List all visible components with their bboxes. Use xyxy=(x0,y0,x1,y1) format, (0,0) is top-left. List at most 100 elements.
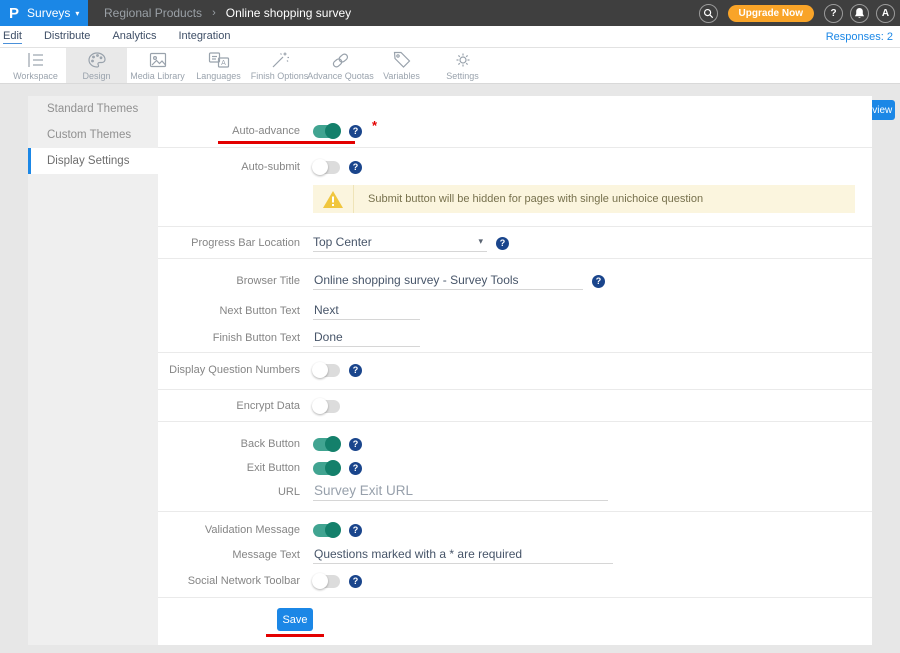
exit-button-label: Exit Button xyxy=(158,462,300,474)
validation-message-row: Validation Message ? xyxy=(158,520,362,540)
questionpro-app: P Surveys ▾ Regional Products › Online s… xyxy=(0,0,900,653)
divider xyxy=(158,352,872,353)
warning-triangle-icon xyxy=(322,190,344,209)
annotation-underline-auto-advance xyxy=(218,141,355,144)
auto-advance-label: Auto-advance xyxy=(158,125,300,137)
svg-text:A: A xyxy=(221,60,226,67)
exit-button-toggle[interactable] xyxy=(313,462,340,475)
help-icon[interactable]: ? xyxy=(349,438,362,451)
help-icon[interactable]: ? xyxy=(349,575,362,588)
toolbar-item-design[interactable]: Design xyxy=(66,48,127,83)
divider xyxy=(158,147,872,148)
back-button-toggle[interactable] xyxy=(313,438,340,451)
social-network-toolbar-row: Social Network Toolbar ? xyxy=(158,571,362,591)
divider xyxy=(158,597,872,598)
help-icon[interactable]: ? xyxy=(592,275,605,288)
gear-icon xyxy=(453,51,473,69)
next-button-text-input[interactable] xyxy=(313,302,420,320)
help-icon[interactable]: ? xyxy=(349,524,362,537)
sidebar-item-standard-themes[interactable]: Standard Themes xyxy=(28,96,158,122)
display-question-numbers-toggle[interactable] xyxy=(313,364,340,377)
finish-button-text-input[interactable] xyxy=(313,329,420,347)
nav-tab-integration[interactable]: Integration xyxy=(178,30,230,43)
help-icon[interactable]: ? xyxy=(349,125,362,138)
warning-text: Submit button will be hidden for pages w… xyxy=(354,193,703,205)
message-text-row: Message Text xyxy=(158,545,613,565)
divider xyxy=(158,258,872,259)
annotation-underline-save xyxy=(266,634,324,637)
search-button[interactable] xyxy=(699,4,718,23)
responses-count-link[interactable]: Responses: 2 xyxy=(826,31,893,43)
auto-advance-row: Auto-advance ? xyxy=(158,121,362,141)
breadcrumb-parent[interactable]: Regional Products xyxy=(104,6,202,20)
auto-submit-toggle[interactable] xyxy=(313,161,340,174)
help-button[interactable]: ? xyxy=(824,4,843,23)
divider xyxy=(158,421,872,422)
surveys-menu[interactable]: P Surveys ▾ xyxy=(0,0,88,26)
progress-bar-value: Top Center xyxy=(313,235,372,249)
save-button[interactable]: Save xyxy=(277,608,313,631)
toolbar-item-variables[interactable]: Variables xyxy=(371,48,432,83)
toolbar-item-workspace[interactable]: Workspace xyxy=(5,48,66,83)
nav-tab-edit[interactable]: Edit xyxy=(3,30,22,44)
chevron-down-icon: ▾ xyxy=(478,236,483,247)
avatar[interactable]: A xyxy=(876,4,895,23)
progress-bar-select[interactable]: Top Center ▾ xyxy=(313,234,487,252)
chevron-down-icon: ▾ xyxy=(75,9,79,18)
nav-tab-analytics[interactable]: Analytics xyxy=(112,30,156,43)
divider xyxy=(158,511,872,512)
social-network-toolbar-toggle[interactable] xyxy=(313,575,340,588)
product-name: Surveys xyxy=(27,6,70,20)
validation-message-toggle[interactable] xyxy=(313,524,340,537)
toolbar-item-advance-quotas[interactable]: Advance Quotas xyxy=(310,48,371,83)
browser-title-input[interactable] xyxy=(313,272,583,290)
toolbar-item-media-library[interactable]: Media Library xyxy=(127,48,188,83)
breadcrumb-separator-icon: › xyxy=(212,7,216,19)
magic-wand-icon xyxy=(270,51,290,69)
palette-icon xyxy=(87,51,107,69)
social-network-toolbar-label: Social Network Toolbar xyxy=(158,575,300,587)
nav-tab-distribute[interactable]: Distribute xyxy=(44,30,90,43)
help-icon[interactable]: ? xyxy=(349,161,362,174)
display-question-numbers-label: Display Question Numbers xyxy=(158,364,300,376)
exit-url-label: URL xyxy=(158,486,300,498)
exit-button-row: Exit Button ? xyxy=(158,458,362,478)
help-icon[interactable]: ? xyxy=(349,462,362,475)
help-icon[interactable]: ? xyxy=(496,237,509,250)
toolbar-item-settings[interactable]: Settings xyxy=(432,48,493,83)
image-icon xyxy=(148,51,168,69)
divider xyxy=(158,389,872,390)
exit-url-input[interactable] xyxy=(313,483,608,501)
chain-links-icon xyxy=(331,51,351,69)
bell-icon xyxy=(854,7,865,19)
search-icon xyxy=(703,8,714,19)
toolbar-item-finish-options[interactable]: Finish Options xyxy=(249,48,310,83)
encrypt-data-row: Encrypt Data xyxy=(158,396,340,416)
help-icon[interactable]: ? xyxy=(349,364,362,377)
tag-icon xyxy=(392,51,412,69)
encrypt-data-toggle[interactable] xyxy=(313,400,340,413)
auto-submit-warning: Submit button will be hidden for pages w… xyxy=(313,185,855,213)
progress-bar-label: Progress Bar Location xyxy=(158,237,300,249)
breadcrumb-current: Online shopping survey xyxy=(226,6,351,20)
message-text-input[interactable] xyxy=(313,546,613,564)
toolbar-tabs: Workspace Design Media Library A Languag… xyxy=(5,48,493,83)
display-settings-panel: Auto-advance ? * Auto-submit ? Submit bu… xyxy=(158,96,872,645)
upgrade-now-button[interactable]: Upgrade Now xyxy=(728,5,814,22)
auto-advance-toggle[interactable] xyxy=(313,125,340,138)
validation-message-label: Validation Message xyxy=(158,524,300,536)
browser-title-row: Browser Title ? xyxy=(158,271,605,291)
exit-url-row: URL xyxy=(158,482,608,502)
topbar: P Surveys ▾ Regional Products › Online s… xyxy=(0,0,900,26)
sidebar-item-display-settings[interactable]: Display Settings xyxy=(28,148,158,174)
toolbar-item-languages[interactable]: A Languages xyxy=(188,48,249,83)
next-button-text-label: Next Button Text xyxy=(158,305,300,317)
sidebar-item-custom-themes[interactable]: Custom Themes xyxy=(28,122,158,148)
workspace-list-icon xyxy=(26,51,46,69)
questionpro-logo-icon: P xyxy=(9,5,19,22)
back-button-label: Back Button xyxy=(158,438,300,450)
next-button-text-row: Next Button Text xyxy=(158,301,420,321)
notifications-button[interactable] xyxy=(850,4,869,23)
divider xyxy=(158,226,872,227)
finish-button-text-label: Finish Button Text xyxy=(158,332,300,344)
